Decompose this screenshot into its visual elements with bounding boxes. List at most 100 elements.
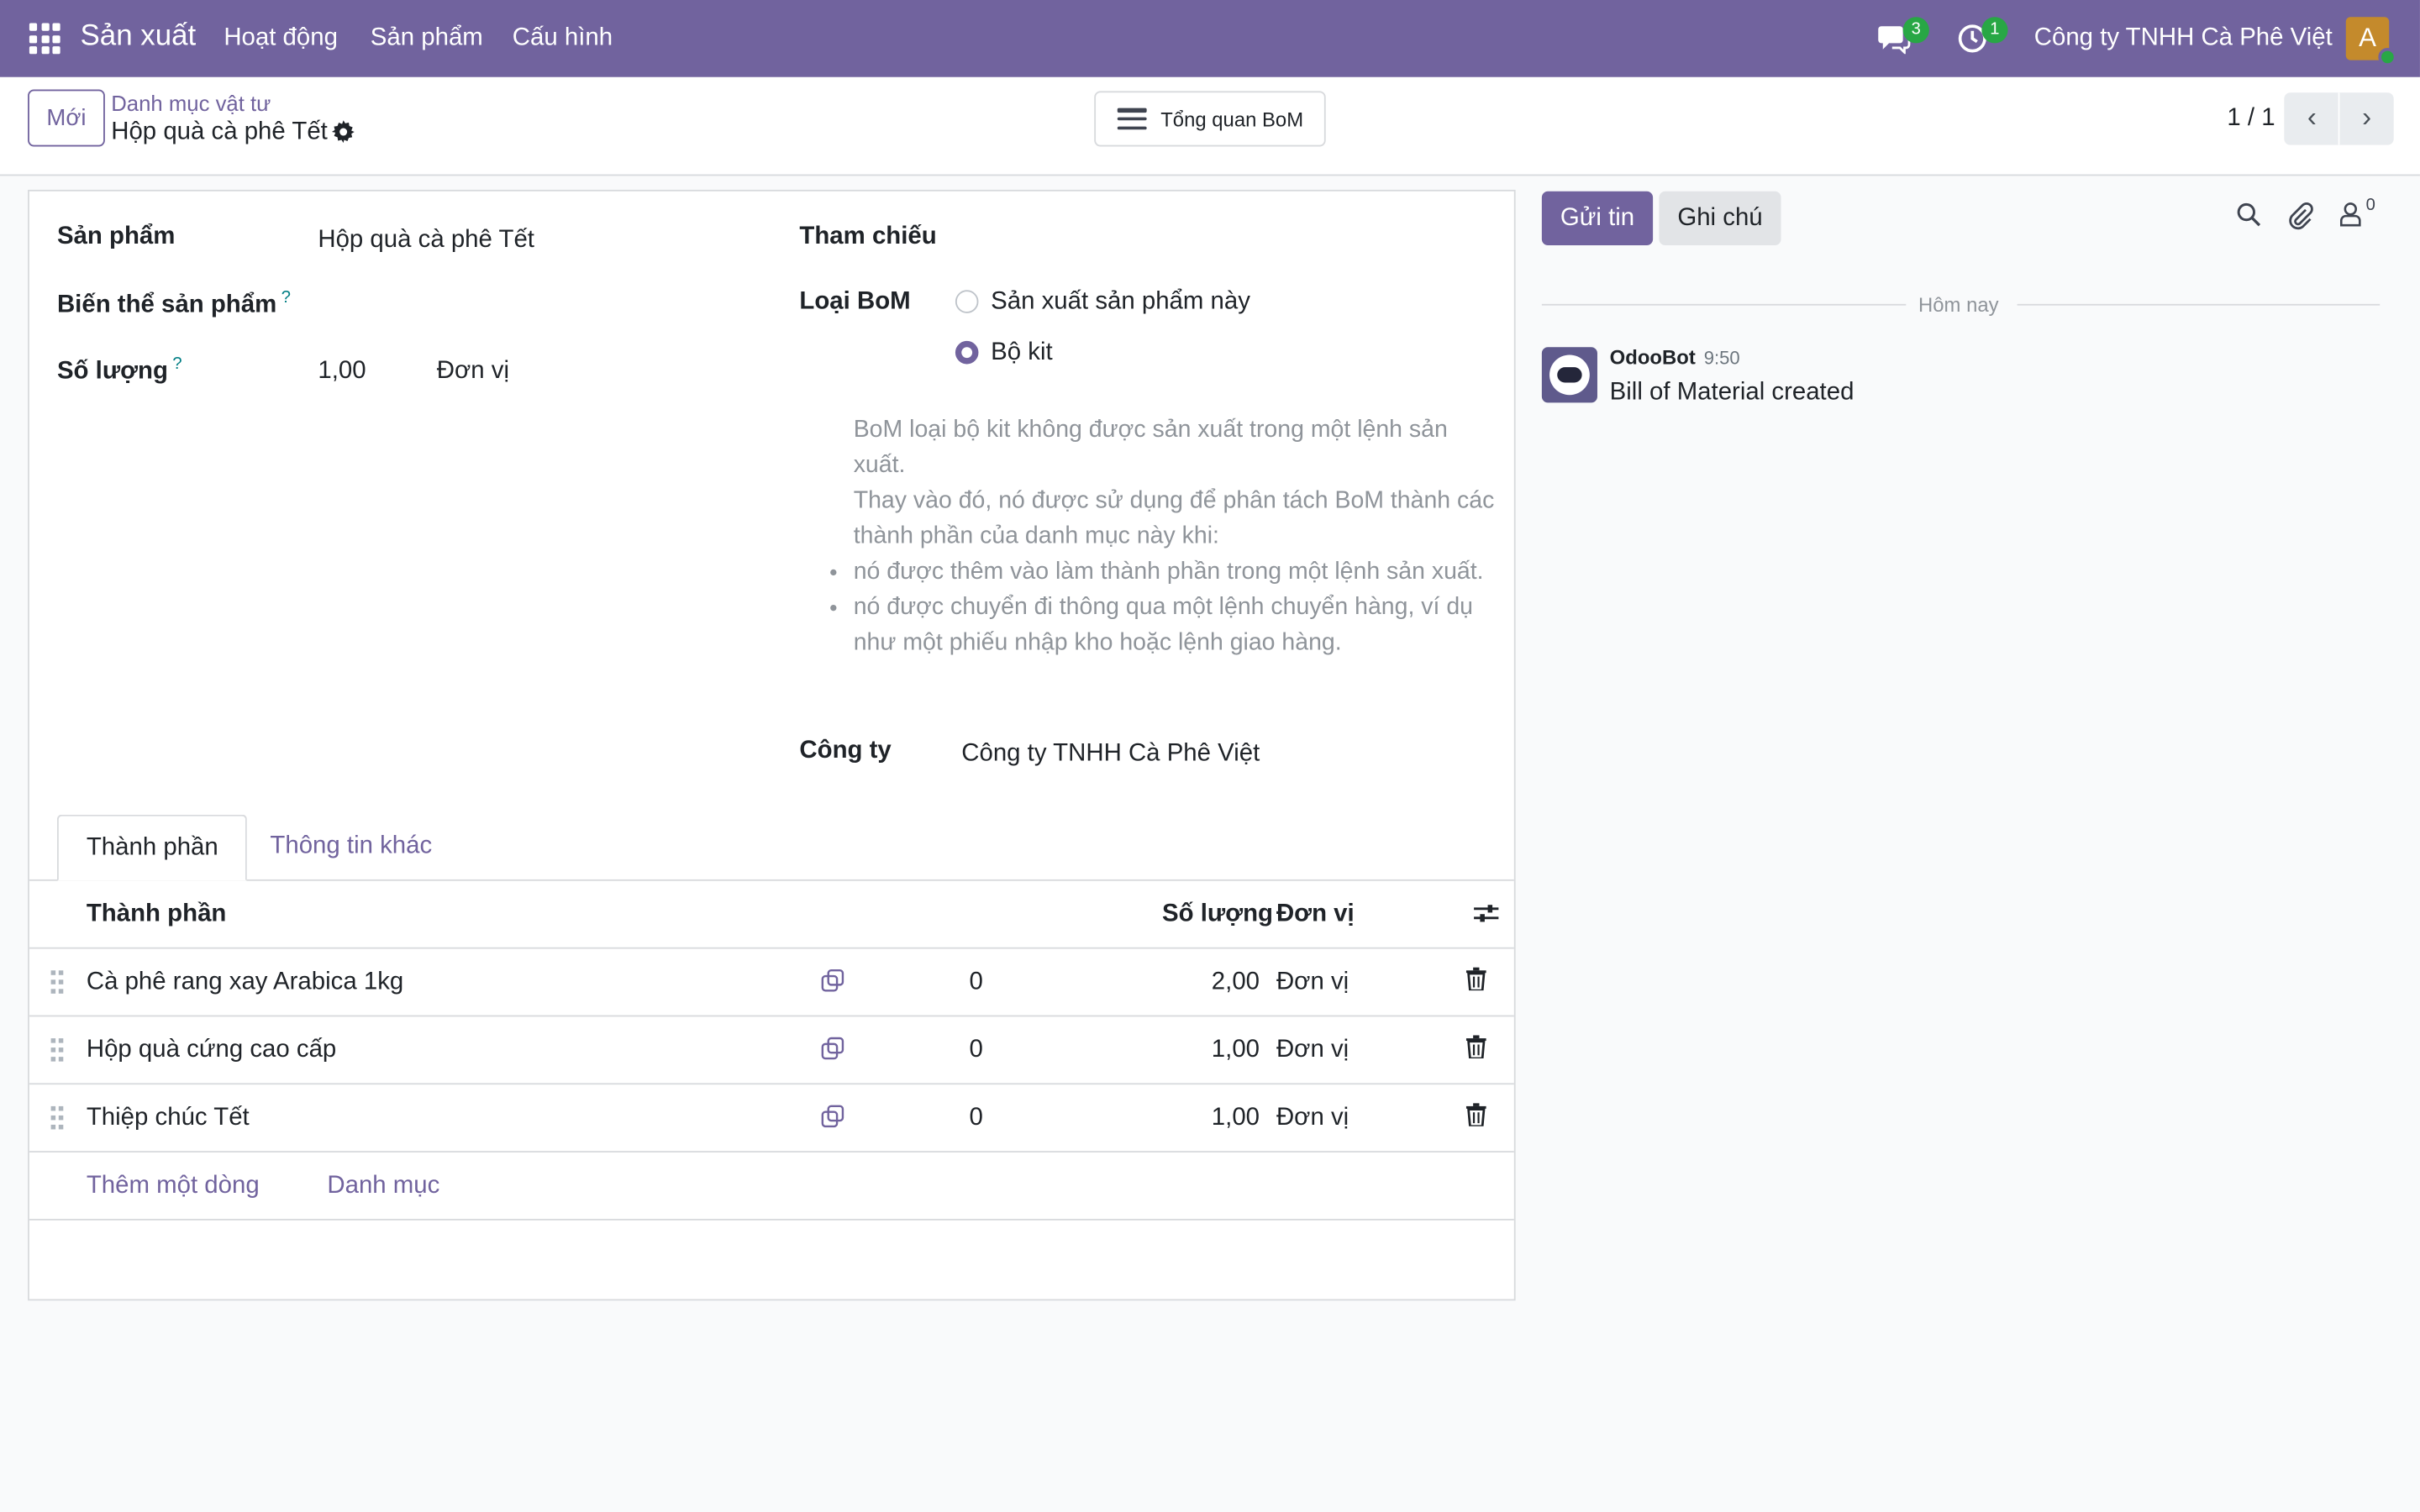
table-add-row: Thêm một dòng Danh mục xyxy=(29,1152,1514,1221)
optional-columns-icon[interactable] xyxy=(1474,902,1499,930)
table-row[interactable]: Cà phê rang xay Arabica 1kg 0 2,00 Đơn v… xyxy=(29,949,1514,1017)
page: Sản xuất Hoạt động Sản phẩm Cấu hình 3 1… xyxy=(0,0,2420,1512)
pager-value[interactable]: 1 / 1 xyxy=(2227,105,2275,133)
message-body: Bill of Material created xyxy=(1609,379,1854,407)
row-extra-value: 0 xyxy=(969,969,983,995)
gear-icon[interactable] xyxy=(331,120,355,151)
delete-row-icon[interactable] xyxy=(1465,967,1486,999)
copy-icon[interactable] xyxy=(821,1105,844,1134)
apps-menu-icon[interactable] xyxy=(29,23,60,55)
column-header-component[interactable]: Thành phần xyxy=(87,901,227,929)
row-quantity[interactable]: 1,00 xyxy=(1212,1037,1260,1064)
pager-previous-button[interactable]: ‹ xyxy=(2284,92,2340,145)
bom-type-manufacture-radio[interactable] xyxy=(955,290,979,313)
variant-label-text: Biến thể sản phẩm xyxy=(56,291,277,318)
trash-icon xyxy=(1465,1035,1486,1060)
variant-label: Biến thể sản phẩm? xyxy=(57,288,291,319)
copy-icon[interactable] xyxy=(821,969,844,998)
top-navbar: Sản xuất Hoạt động Sản phẩm Cấu hình 3 1… xyxy=(0,0,2420,77)
new-button[interactable]: Mới xyxy=(28,89,105,147)
help-tooltip-icon[interactable]: ? xyxy=(281,288,291,307)
product-label: Sản phẩm xyxy=(56,223,176,250)
menu-operations[interactable]: Hoạt động xyxy=(224,24,338,52)
drag-handle-icon[interactable] xyxy=(50,1105,64,1131)
drag-handle-icon[interactable] xyxy=(50,970,64,995)
activities-button[interactable]: 1 xyxy=(1957,17,2008,60)
bom-type-kit-label[interactable]: Bộ kit xyxy=(991,339,1052,367)
notebook-tabs: Thành phần Thông tin khác xyxy=(29,814,1514,881)
help-bullet-list: nó được thêm vào làm thành phần trong mộ… xyxy=(854,554,1502,660)
row-component-name[interactable]: Thiệp chúc Tết xyxy=(87,1105,250,1132)
record-title: Hộp quà cà phê Tết xyxy=(111,118,328,145)
row-uom[interactable]: Đơn vị xyxy=(1276,1105,1349,1132)
user-icon xyxy=(2339,202,2361,227)
date-divider-left xyxy=(1541,303,1907,306)
copy-icon[interactable] xyxy=(821,1037,844,1066)
date-divider-right xyxy=(2017,303,2381,306)
tab-other-info[interactable]: Thông tin khác xyxy=(242,815,460,881)
bom-type-manufacture-label[interactable]: Sản xuất sản phẩm này xyxy=(991,288,1250,316)
table-row[interactable]: Hộp quà cứng cao cấp 0 1,00 Đơn vị xyxy=(29,1016,1514,1085)
paperclip-icon-svg xyxy=(2289,202,2313,230)
tab-components[interactable]: Thành phần xyxy=(56,814,248,881)
chevron-right-icon: › xyxy=(2362,102,2372,133)
quantity-field[interactable]: 1,00 xyxy=(318,358,366,386)
avatar-initial: A xyxy=(2359,23,2376,53)
company-switcher[interactable]: Công ty TNHH Cà Phê Việt xyxy=(2034,24,2333,52)
date-separator: Hôm nay xyxy=(1918,292,1999,317)
row-extra-value: 0 xyxy=(969,1105,983,1131)
search-icon[interactable] xyxy=(2236,202,2261,235)
copy-icon-svg xyxy=(821,969,844,992)
send-message-button[interactable]: Gửi tin xyxy=(1541,191,1654,246)
product-field[interactable]: Hộp quà cà phê Tết xyxy=(318,227,534,255)
add-line-link[interactable]: Thêm một dòng xyxy=(87,1173,260,1200)
odoobot-avatar[interactable] xyxy=(1541,347,1597,403)
row-uom[interactable]: Đơn vị xyxy=(1276,969,1349,996)
menu-products[interactable]: Sản phẩm xyxy=(371,24,483,52)
row-component-name[interactable]: Cà phê rang xay Arabica 1kg xyxy=(87,969,403,996)
messages-button[interactable]: 3 xyxy=(1876,17,1929,60)
company-field[interactable]: Công ty TNHH Cà Phê Việt xyxy=(961,741,1260,769)
robot-icon xyxy=(1549,354,1590,396)
breadcrumb-parent[interactable]: Danh mục vật tư xyxy=(111,91,271,115)
catalog-link[interactable]: Danh mục xyxy=(327,1173,439,1200)
help-line-1: BoM loại bộ kit không được sản xuất tron… xyxy=(853,416,1448,479)
activities-badge: 1 xyxy=(1981,17,2008,44)
message-author[interactable]: OdooBot xyxy=(1610,345,1696,369)
quantity-uom-field[interactable]: Đơn vị xyxy=(437,358,509,386)
user-avatar[interactable]: A xyxy=(2345,17,2397,66)
log-note-button[interactable]: Ghi chú xyxy=(1659,191,1781,246)
search-icon-svg xyxy=(2237,202,2261,227)
message-time: 9:50 xyxy=(1703,347,1740,369)
bom-overview-label: Tổng quan BoM xyxy=(1160,107,1304,131)
trash-icon xyxy=(1465,967,1486,992)
pager-next-button[interactable]: › xyxy=(2338,92,2394,145)
bom-type-label: Loại BoM xyxy=(799,288,911,315)
help-bullet: nó được chuyển đi thông qua một lệnh chu… xyxy=(854,590,1502,660)
bom-overview-button[interactable]: Tổng quan BoM xyxy=(1094,91,1326,147)
list-icon xyxy=(1117,108,1147,130)
row-quantity[interactable]: 2,00 xyxy=(1212,969,1260,996)
components-table-header: Thành phần Số lượng Đơn vị xyxy=(29,881,1514,949)
row-quantity[interactable]: 1,00 xyxy=(1212,1105,1260,1132)
bom-type-kit-radio[interactable] xyxy=(955,340,979,365)
delete-row-icon[interactable] xyxy=(1465,1103,1486,1134)
row-extra-value: 0 xyxy=(969,1037,983,1063)
column-header-quantity[interactable]: Số lượng xyxy=(1162,901,1273,929)
control-panel: Mới Danh mục vật tư Hộp quà cà phê Tết T… xyxy=(0,76,2420,176)
copy-icon-svg xyxy=(821,1037,844,1060)
followers-button[interactable]: 0 xyxy=(2339,196,2375,235)
copy-icon-svg xyxy=(821,1105,844,1128)
row-uom[interactable]: Đơn vị xyxy=(1276,1037,1349,1064)
row-component-name[interactable]: Hộp quà cứng cao cấp xyxy=(87,1037,336,1064)
drag-handle-icon[interactable] xyxy=(50,1038,64,1063)
messages-badge: 3 xyxy=(1902,17,1929,44)
menu-configuration[interactable]: Cấu hình xyxy=(513,24,613,52)
help-tooltip-icon[interactable]: ? xyxy=(172,354,182,373)
help-bullet: nó được thêm vào làm thành phần trong mộ… xyxy=(854,554,1502,589)
delete-row-icon[interactable] xyxy=(1465,1035,1486,1066)
column-header-uom[interactable]: Đơn vị xyxy=(1276,901,1355,929)
paperclip-icon[interactable] xyxy=(2287,202,2313,238)
table-row[interactable]: Thiệp chúc Tết 0 1,00 Đơn vị xyxy=(29,1084,1514,1153)
app-name[interactable]: Sản xuất xyxy=(81,20,197,54)
